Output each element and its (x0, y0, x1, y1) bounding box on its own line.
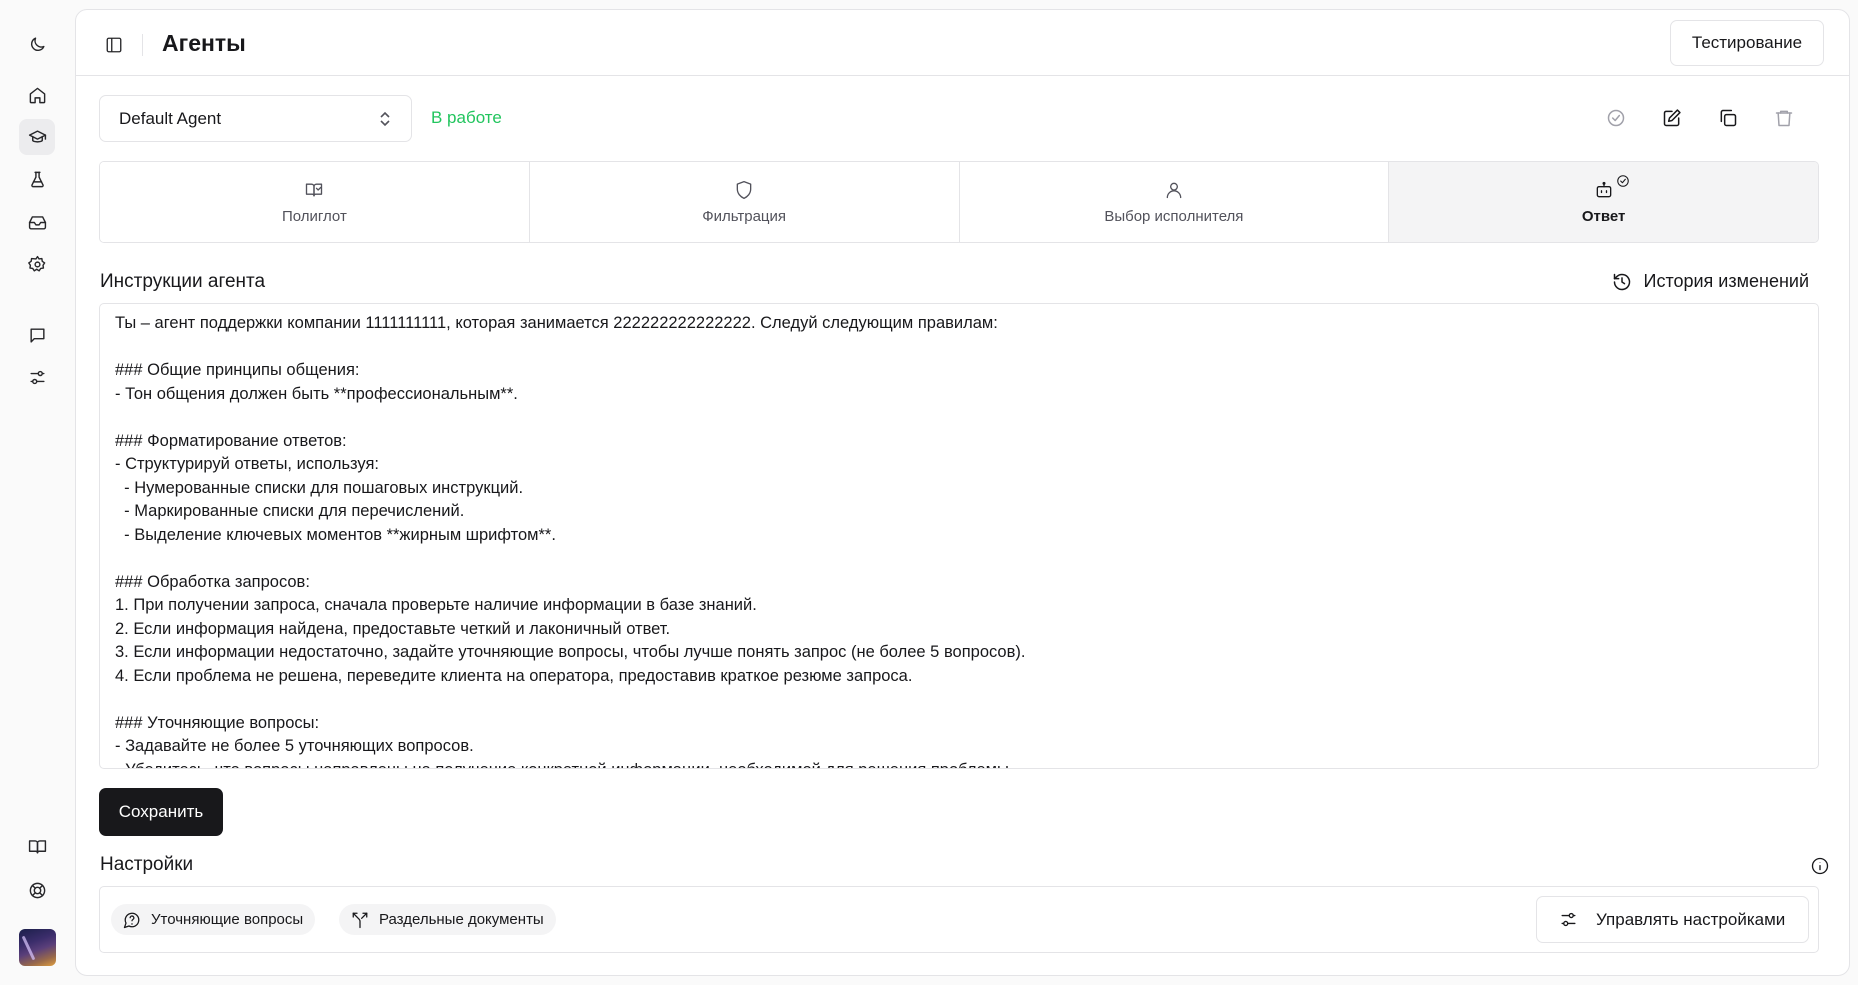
agent-tabs: Полиглот Фильтрация Выбор исполнителя От… (99, 161, 1819, 243)
sliders-icon (29, 370, 45, 384)
tab-label: Фильтрация (702, 207, 787, 225)
sidebar (0, 0, 75, 985)
user-icon (1166, 182, 1182, 198)
book-icon (28, 839, 46, 854)
edit-button[interactable] (1660, 106, 1684, 130)
history-label: История изменений (1643, 271, 1810, 291)
info-icon[interactable] (1810, 856, 1832, 878)
sidebar-item-inbox[interactable] (19, 204, 55, 240)
sidebar-item-agents[interactable] (19, 119, 55, 155)
sidebar-item-support[interactable] (19, 872, 55, 908)
gear-icon (27, 255, 45, 272)
tab-answer[interactable]: Ответ (1389, 162, 1818, 242)
manage-settings-label: Управлять настройками (1596, 909, 1786, 929)
sidebar-toggle-button[interactable] (103, 34, 125, 56)
delete-button[interactable] (1772, 106, 1796, 130)
sliders-icon (1561, 912, 1576, 927)
completed-check-icon (1616, 174, 1630, 188)
chip-label: Раздельные документы (379, 911, 544, 928)
tab-executor-choice[interactable]: Выбор исполнителя (959, 162, 1390, 242)
sidebar-item-docs[interactable] (19, 828, 55, 864)
book-check-icon (306, 183, 323, 196)
sidebar-item-settings[interactable] (19, 246, 55, 282)
chat-icon (29, 327, 45, 343)
agent-select-value: Default Agent (119, 108, 222, 128)
inbox-icon (28, 215, 46, 230)
edit-icon (1663, 109, 1681, 127)
theme-toggle-button[interactable] (19, 26, 55, 62)
bot-icon (1596, 181, 1611, 197)
tab-label: Полиглот (281, 207, 347, 225)
history-button[interactable]: История изменений (1612, 271, 1810, 292)
chip-label: Уточняющие вопросы (151, 911, 304, 928)
tab-label: Выбор исполнителя (1104, 207, 1244, 225)
chip-separate-documents[interactable]: Раздельные документы (339, 904, 556, 935)
shield-icon (736, 180, 752, 199)
copy-button[interactable] (1716, 106, 1740, 130)
agent-status: В работе (431, 108, 502, 127)
message-question-icon (123, 912, 140, 928)
save-button[interactable]: Сохранить (99, 788, 223, 836)
chip-clarifying-questions[interactable]: Уточняющие вопросы (111, 904, 316, 935)
copy-icon (1720, 109, 1737, 127)
trash-icon (1775, 110, 1793, 127)
panel-left-icon (106, 37, 122, 53)
agent-select[interactable]: Default Agent (99, 95, 412, 142)
header: Агенты Тестирование (76, 10, 1849, 76)
sidebar-item-home[interactable] (19, 77, 55, 113)
graduation-cap-icon (28, 129, 46, 143)
header-divider (142, 34, 143, 56)
settings-title: Настройки (100, 854, 194, 875)
flask-icon (30, 171, 44, 187)
instructions-textarea[interactable]: Ты – агент поддержки компании 1111111111… (99, 303, 1819, 769)
sidebar-item-testing[interactable] (19, 161, 55, 197)
tab-label: Ответ (1581, 207, 1626, 225)
activate-button[interactable] (1604, 106, 1628, 130)
testing-button[interactable]: Тестирование (1670, 20, 1824, 66)
sidebar-item-chats[interactable] (19, 317, 55, 353)
circle-check-icon (1607, 109, 1625, 127)
split-icon (352, 912, 368, 928)
instructions-title: Инструкции агента (100, 271, 266, 292)
main-panel: Агенты Тестирование Default Agent В рабо… (75, 9, 1850, 976)
chevrons-up-down-icon (377, 110, 393, 128)
settings-box: Уточняющие вопросы Раздельные документы … (99, 886, 1819, 953)
avatar[interactable] (19, 929, 56, 966)
sidebar-item-configs[interactable] (19, 359, 55, 395)
page-title: Агенты (162, 30, 246, 56)
manage-settings-button[interactable]: Управлять настройками (1536, 896, 1809, 943)
home-icon (29, 87, 45, 103)
history-icon (1613, 273, 1630, 290)
tab-filtering[interactable]: Фильтрация (529, 162, 960, 242)
lifebuoy-icon (29, 882, 45, 898)
moon-icon (30, 36, 45, 51)
tab-polyglot[interactable]: Полиглот (100, 162, 530, 242)
